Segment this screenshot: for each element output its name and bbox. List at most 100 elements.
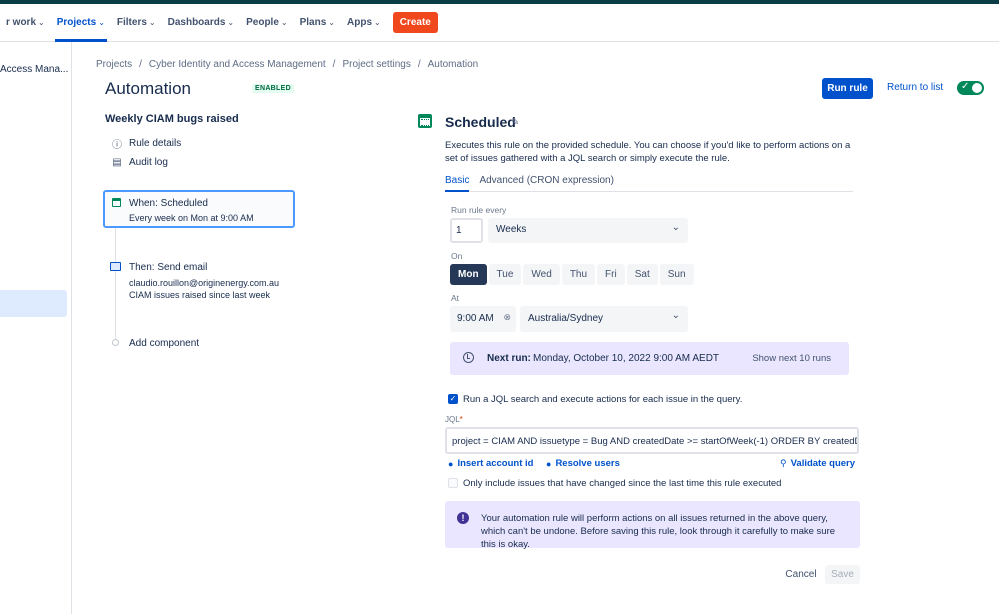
project-sidebar: Access Mana... (0, 42, 72, 614)
search-icon: ⚲ (780, 458, 787, 468)
only-changed-label: Only include issues that have changed si… (463, 478, 782, 489)
nav-label: r work (6, 17, 37, 28)
day-selector: Mon Tue Wed Thu Fri Sat Sun (450, 264, 696, 285)
document-icon: ▤ (112, 157, 122, 168)
jql-input[interactable]: project = CIAM AND issuetype = Bug AND c… (445, 427, 859, 454)
action-subject: CIAM issues raised since last week (129, 290, 271, 300)
rule-name: Weekly CIAM bugs raised (105, 113, 239, 125)
return-to-list-link[interactable]: Return to list (887, 82, 943, 93)
validate-query-label: Validate query (790, 458, 856, 469)
warning-panel: ! Your automation rule will perform acti… (445, 501, 860, 550)
next-run-panel: Next run: Monday, October 10, 2022 9:00 … (450, 342, 849, 375)
action-recipient: claudio.rouillon@originenergy.com.au (129, 278, 280, 288)
chevron-down-icon: ⌄ (98, 18, 105, 27)
sidebar-project-name[interactable]: Access Mana... (0, 64, 68, 75)
email-icon (110, 262, 121, 271)
day-fri[interactable]: Fri (597, 264, 625, 285)
day-tue[interactable]: Tue (488, 264, 522, 285)
audit-log-label: Audit log (129, 157, 168, 168)
jql-checkbox-label: Run a JQL search and execute actions for… (463, 394, 743, 405)
cancel-button[interactable]: Cancel (779, 565, 823, 584)
time-value: 9:00 AM (457, 313, 494, 324)
breadcrumb-project-settings[interactable]: Project settings (342, 59, 410, 70)
panel-description: Executes this rule on the provided sched… (445, 140, 851, 164)
next-run-value: Monday, October 10, 2022 9:00 AM AEDT (533, 353, 720, 364)
pencil-icon[interactable]: ✎ (511, 117, 519, 128)
interval-unit-value: Weeks (496, 224, 527, 235)
day-wed[interactable]: Wed (523, 264, 560, 285)
nav-label: Dashboards (167, 17, 226, 28)
add-component-dot (112, 339, 119, 346)
page-title: Automation (105, 79, 191, 98)
tab-advanced[interactable]: Advanced (CRON expression) (479, 175, 614, 191)
sidebar-selected-item[interactable] (0, 290, 67, 317)
save-button[interactable]: Save (825, 565, 860, 584)
breadcrumb-automation[interactable]: Automation (428, 59, 479, 70)
chevron-down-icon: ⌄ (671, 222, 680, 233)
nav-projects[interactable]: Projects ⌄ (51, 4, 111, 42)
insert-account-id-label: Insert account id (457, 458, 534, 469)
interval-unit-select[interactable]: Weeks ⌄ (488, 218, 688, 243)
rule-details-link[interactable]: ⓘ Rule details (111, 136, 181, 151)
trigger-card[interactable]: When: Scheduled Every week on Mon at 9:0… (103, 190, 295, 228)
trigger-title: When: Scheduled (129, 198, 208, 209)
breadcrumb: Projects / Cyber Identity and Access Mana… (96, 59, 478, 70)
nav-label: Projects (56, 17, 97, 28)
rule-enabled-toggle[interactable]: ✓ (957, 81, 984, 95)
day-mon[interactable]: Mon (450, 264, 487, 285)
breadcrumb-separator: / (417, 59, 421, 70)
exclamation-icon: ! (457, 512, 469, 524)
only-changed-checkbox[interactable] (448, 478, 458, 488)
toggle-knob (972, 83, 982, 93)
next-run-label: Next run: (487, 353, 531, 364)
timezone-select[interactable]: Australia/Sydney ⌄ (520, 306, 688, 332)
info-icon: ⓘ (112, 140, 122, 151)
nav-label: People (246, 17, 279, 28)
nav-label: Apps (347, 17, 372, 28)
nav-label: Filters (116, 17, 147, 28)
time-input[interactable]: 9:00 AM ⊗ (450, 306, 516, 332)
resolve-users-label: Resolve users (555, 458, 620, 469)
users-icon: ● (546, 458, 552, 469)
nav-plans[interactable]: Plans ⌄ (294, 4, 341, 42)
clear-icon[interactable]: ⊗ (503, 312, 511, 323)
create-button[interactable]: Create (392, 12, 438, 33)
insert-account-id-link[interactable]: ● Insert account id (448, 458, 533, 469)
nav-label: Plans (299, 17, 327, 28)
breadcrumb-separator: / (332, 59, 336, 70)
nav-filters[interactable]: Filters ⌄ (111, 4, 162, 42)
timeline-line (115, 228, 116, 343)
timezone-value: Australia/Sydney (528, 313, 604, 324)
validate-query-link[interactable]: ⚲ Validate query (780, 458, 855, 469)
jql-checkbox[interactable]: ✓ (448, 394, 458, 404)
calendar-icon (418, 114, 432, 128)
nav-your-work[interactable]: r work ⌄ (0, 4, 51, 42)
day-thu[interactable]: Thu (561, 264, 596, 285)
action-title[interactable]: Then: Send email (129, 262, 207, 273)
nav-dashboards[interactable]: Dashboards ⌄ (162, 4, 241, 42)
resolve-users-link[interactable]: ● Resolve users (546, 458, 620, 469)
trigger-subtitle: Every week on Mon at 9:00 AM (129, 213, 254, 223)
breadcrumb-projects[interactable]: Projects (96, 59, 132, 70)
at-label: At (451, 293, 460, 303)
status-badge: ENABLED (252, 84, 294, 93)
chevron-down-icon: ⌄ (148, 18, 156, 27)
run-every-input[interactable]: 1 (450, 218, 483, 243)
tab-basic[interactable]: Basic (445, 175, 470, 192)
run-every-label: Run rule every (451, 205, 507, 215)
nav-people[interactable]: People ⌄ (240, 4, 294, 42)
required-marker: * (459, 415, 463, 424)
breadcrumb-project[interactable]: Cyber Identity and Access Management (149, 59, 326, 70)
nav-apps[interactable]: Apps ⌄ (341, 4, 387, 42)
show-next-runs-link[interactable]: Show next 10 runs (752, 353, 831, 364)
check-icon: ✓ (961, 81, 970, 92)
warning-text: Your automation rule will perform action… (481, 513, 836, 550)
audit-log-link[interactable]: ▤ Audit log (111, 157, 168, 168)
run-rule-button[interactable]: Run rule (822, 78, 873, 99)
day-sun[interactable]: Sun (659, 264, 694, 285)
add-component-link[interactable]: Add component (129, 338, 199, 349)
chevron-down-icon: ⌄ (328, 18, 335, 27)
calendar-icon (112, 198, 121, 207)
day-sat[interactable]: Sat (626, 264, 658, 285)
chevron-down-icon: ⌄ (671, 310, 680, 321)
